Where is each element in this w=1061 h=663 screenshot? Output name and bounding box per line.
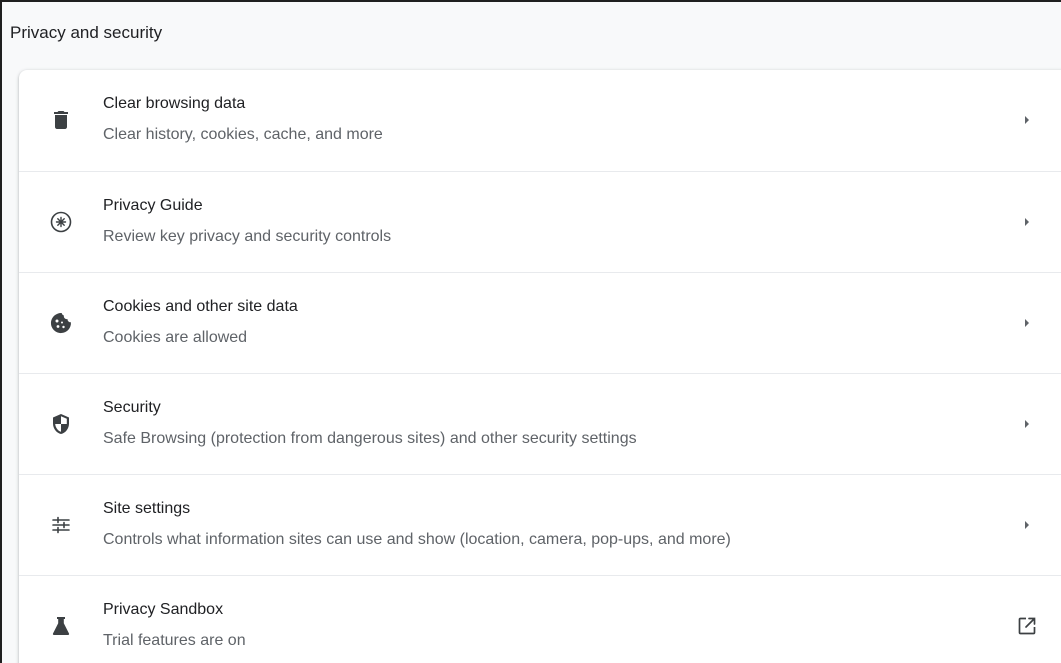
cookies-row[interactable]: Cookies and other site data Cookies are …	[19, 272, 1061, 373]
row-subtitle: Review key privacy and security controls	[103, 228, 392, 245]
section-title: Privacy and security	[10, 23, 163, 42]
row-title: Privacy Guide	[103, 197, 203, 214]
arrow-right-icon[interactable]	[1015, 513, 1039, 537]
row-title: Privacy Sandbox	[103, 601, 224, 618]
flask-icon	[49, 614, 73, 638]
row-subtitle: Cookies are allowed	[103, 329, 248, 346]
arrow-right-icon[interactable]	[1015, 108, 1039, 132]
row-title: Security	[103, 399, 161, 416]
open-in-new-icon[interactable]	[1015, 614, 1039, 638]
clear-browsing-data-row[interactable]: Clear browsing data Clear history, cooki…	[19, 70, 1061, 171]
row-subtitle: Trial features are on	[103, 632, 246, 649]
privacy-security-card: Clear browsing data Clear history, cooki…	[19, 70, 1061, 663]
privacy-sandbox-row[interactable]: Privacy Sandbox Trial features are on	[19, 575, 1061, 663]
privacy-guide-row[interactable]: Privacy Guide Review key privacy and sec…	[19, 171, 1061, 272]
security-row[interactable]: Security Safe Browsing (protection from …	[19, 373, 1061, 474]
trash-icon	[49, 108, 73, 132]
row-title: Site settings	[103, 500, 191, 517]
shield-icon	[49, 412, 73, 436]
settings-page: Privacy and security Clear browsing data…	[0, 0, 1061, 663]
tune-icon	[49, 513, 73, 537]
row-title: Cookies and other site data	[103, 298, 298, 315]
compass-icon	[49, 210, 73, 234]
row-subtitle: Clear history, cookies, cache, and more	[103, 126, 383, 143]
row-title: Clear browsing data	[103, 95, 246, 112]
cookie-icon	[49, 311, 73, 335]
row-subtitle: Controls what information sites can use …	[103, 531, 731, 548]
arrow-right-icon[interactable]	[1015, 412, 1039, 436]
arrow-right-icon[interactable]	[1015, 311, 1039, 335]
site-settings-row[interactable]: Site settings Controls what information …	[19, 474, 1061, 575]
arrow-right-icon[interactable]	[1015, 210, 1039, 234]
row-subtitle: Safe Browsing (protection from dangerous…	[103, 430, 637, 447]
